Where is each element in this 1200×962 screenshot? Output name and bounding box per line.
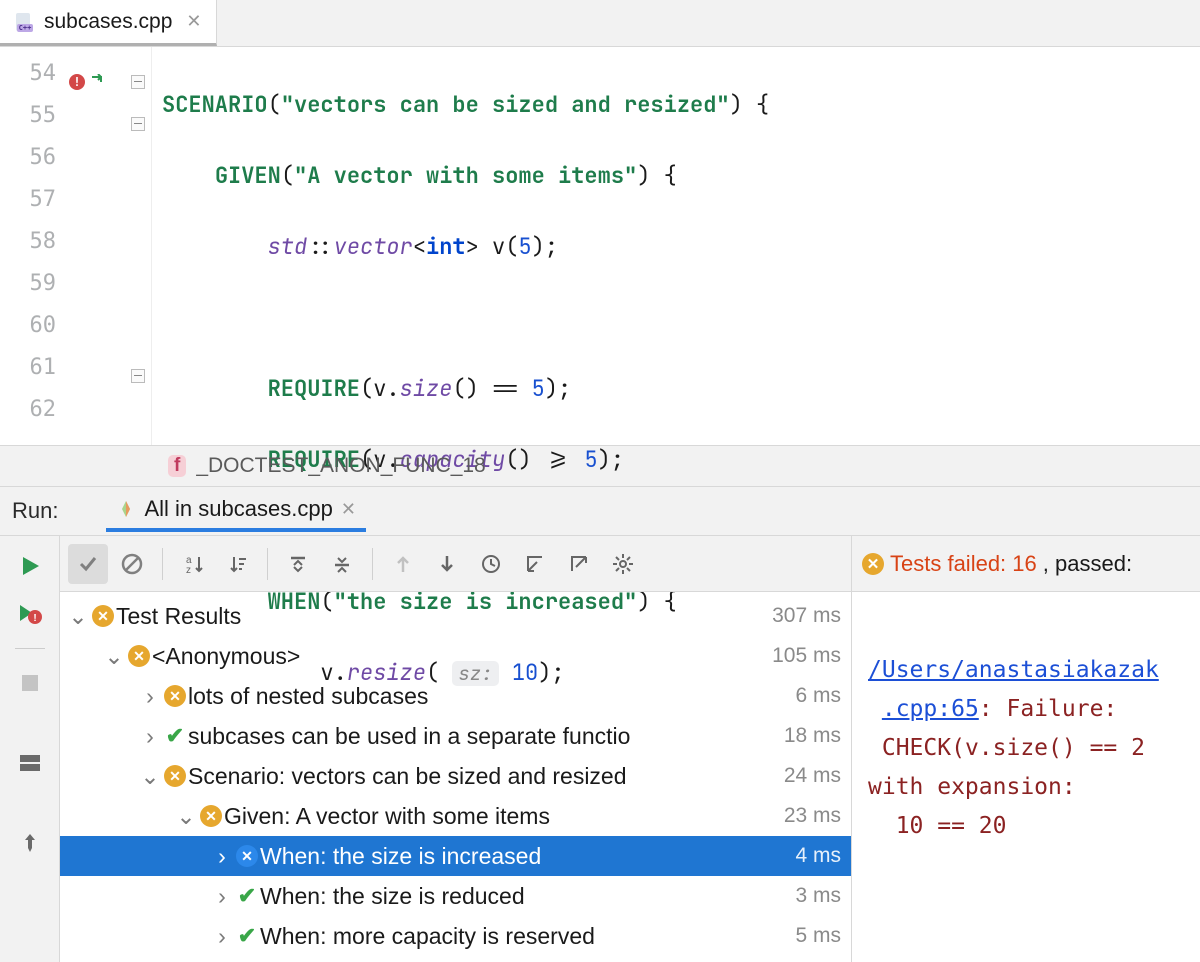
history-button[interactable] bbox=[471, 544, 511, 584]
rerun-failed-button[interactable]: ! bbox=[16, 600, 44, 628]
run-config-icon bbox=[116, 499, 136, 519]
test-status-bar: ✕ Tests failed: 16, passed: bbox=[852, 536, 1200, 592]
close-icon[interactable]: ✕ bbox=[341, 499, 356, 520]
chevron-down-icon[interactable]: ⌄ bbox=[174, 803, 198, 830]
chevron-down-icon[interactable]: ⌄ bbox=[138, 763, 162, 790]
code-text[interactable]: SCENARIO("vectors can be sized and resiz… bbox=[152, 47, 769, 445]
tree-row[interactable]: ⌄✕Scenario: vectors can be sized and res… bbox=[60, 756, 851, 796]
file-tab-label: subcases.cpp bbox=[44, 10, 172, 34]
export-tests-button[interactable] bbox=[559, 544, 599, 584]
import-tests-button[interactable] bbox=[515, 544, 555, 584]
collapse-all-button[interactable] bbox=[322, 544, 362, 584]
fail-status-icon: ✕ bbox=[92, 605, 114, 627]
editor-tab-bar: C++ subcases.cpp ✕ bbox=[0, 0, 1200, 47]
tree-row[interactable]: ›✕When: the size is increased 4 ms bbox=[60, 836, 851, 876]
svg-text:z: z bbox=[186, 565, 191, 575]
pass-status-icon: ✔ bbox=[238, 883, 256, 909]
svg-text:C++: C++ bbox=[19, 24, 32, 32]
file-link[interactable]: /Users/anastasiakazak bbox=[868, 657, 1159, 683]
line-number-gutter: 54 55 56 57 58 59 60 61 62 bbox=[0, 47, 64, 445]
tree-item-label: When: the size is increased bbox=[260, 843, 787, 870]
chevron-right-icon[interactable]: › bbox=[138, 683, 162, 710]
tree-item-time: 4 ms bbox=[795, 844, 841, 868]
chevron-right-icon[interactable]: › bbox=[210, 843, 234, 870]
fail-status-icon: ✕ bbox=[164, 685, 186, 707]
tree-row[interactable]: ›✕lots of nested subcases 6 ms bbox=[60, 676, 851, 716]
chevron-right-icon[interactable]: › bbox=[138, 723, 162, 750]
stop-button[interactable] bbox=[16, 669, 44, 697]
tree-item-label: When: the size is reduced bbox=[260, 883, 787, 910]
run-tool-window-rail: ! bbox=[0, 536, 60, 962]
tree-root[interactable]: ⌄ ✕ Test Results 307 ms bbox=[60, 596, 851, 636]
close-icon[interactable]: ✕ bbox=[186, 11, 201, 32]
next-failed-button[interactable] bbox=[427, 544, 467, 584]
fail-status-icon: ✕ bbox=[236, 845, 258, 867]
tree-row[interactable]: ⌄✕<Anonymous> 105 ms bbox=[60, 636, 851, 676]
settings-button[interactable] bbox=[603, 544, 643, 584]
tree-item-time: 24 ms bbox=[784, 764, 841, 788]
fold-toggle-icon[interactable] bbox=[131, 75, 145, 89]
tree-item-label: subcases can be used in a separate funct… bbox=[188, 723, 776, 750]
chevron-right-icon[interactable]: › bbox=[210, 923, 234, 950]
tree-item-time: 23 ms bbox=[784, 804, 841, 828]
tree-row[interactable]: ›✔When: more capacity is reserved 5 ms bbox=[60, 916, 851, 956]
tests-passed-label: , passed: bbox=[1043, 551, 1132, 577]
run-panel-label: Run: bbox=[12, 498, 58, 524]
code-editor[interactable]: 54 55 56 57 58 59 60 61 62 ! SCENARIO("v… bbox=[0, 47, 1200, 445]
chevron-right-icon[interactable]: › bbox=[210, 883, 234, 910]
fold-gutter bbox=[124, 47, 152, 445]
file-link[interactable]: .cpp:65 bbox=[882, 696, 979, 722]
tree-item-time: 5 ms bbox=[795, 924, 841, 948]
pass-status-icon: ✔ bbox=[166, 723, 184, 749]
tree-item-time: 3 ms bbox=[795, 884, 841, 908]
tree-item-label: lots of nested subcases bbox=[188, 683, 787, 710]
fold-toggle-icon[interactable] bbox=[131, 369, 145, 383]
tree-item-label: Scenario: vectors can be sized and resiz… bbox=[188, 763, 776, 790]
sort-alpha-button[interactable]: az bbox=[173, 544, 213, 584]
svg-text:!: ! bbox=[73, 75, 80, 89]
fail-status-icon: ✕ bbox=[862, 553, 884, 575]
cpp-file-icon: C++ bbox=[14, 11, 36, 33]
tree-item-time: 105 ms bbox=[772, 644, 841, 668]
chevron-down-icon[interactable]: ⌄ bbox=[102, 643, 126, 670]
show-ignored-toggle[interactable] bbox=[112, 544, 152, 584]
test-output-console[interactable]: /Users/anastasiakazak .cpp:65: Failure: … bbox=[852, 592, 1200, 962]
file-tab[interactable]: C++ subcases.cpp ✕ bbox=[0, 0, 217, 46]
tree-item-time: 18 ms bbox=[784, 724, 841, 748]
recursive-arrow-icon[interactable] bbox=[89, 74, 105, 90]
run-config-tab[interactable]: All in subcases.cpp ✕ bbox=[106, 490, 365, 532]
chevron-down-icon[interactable]: ⌄ bbox=[66, 603, 90, 630]
tests-failed-label: Tests failed: 16 bbox=[890, 551, 1037, 577]
fold-toggle-icon[interactable] bbox=[131, 117, 145, 131]
layout-button[interactable] bbox=[16, 749, 44, 777]
function-badge-icon: f bbox=[168, 455, 186, 477]
prev-failed-button[interactable] bbox=[383, 544, 423, 584]
expand-all-button[interactable] bbox=[278, 544, 318, 584]
sort-duration-button[interactable] bbox=[217, 544, 257, 584]
pin-button[interactable] bbox=[16, 829, 44, 857]
test-results-tree[interactable]: ⌄ ✕ Test Results 307 ms ⌄✕<Anonymous>105… bbox=[60, 592, 851, 962]
test-toolbar: az bbox=[60, 536, 851, 592]
marker-gutter: ! bbox=[64, 47, 124, 445]
tree-item-time: 6 ms bbox=[795, 684, 841, 708]
fail-status-icon: ✕ bbox=[128, 645, 150, 667]
tree-item-label: When: more capacity is reserved bbox=[260, 923, 787, 950]
tree-row[interactable]: ›✔subcases can be used in a separate fun… bbox=[60, 716, 851, 756]
run-button[interactable] bbox=[16, 552, 44, 580]
tree-row[interactable]: ⌄✕Given: A vector with some items 23 ms bbox=[60, 796, 851, 836]
fail-status-icon: ✕ bbox=[200, 805, 222, 827]
tree-row[interactable]: ›✔When: the size is reduced 3 ms bbox=[60, 876, 851, 916]
tree-item-label: <Anonymous> bbox=[152, 643, 764, 670]
tree-item-label: Given: A vector with some items bbox=[224, 803, 776, 830]
svg-text:!: ! bbox=[33, 613, 36, 624]
breadcrumb-function: _DOCTEST_ANON_FUNC_18 bbox=[196, 454, 485, 478]
fail-status-icon: ✕ bbox=[164, 765, 186, 787]
pass-status-icon: ✔ bbox=[238, 923, 256, 949]
show-passed-toggle[interactable] bbox=[68, 544, 108, 584]
error-marker-icon[interactable]: ! bbox=[68, 73, 86, 91]
run-config-label: All in subcases.cpp bbox=[144, 496, 332, 522]
